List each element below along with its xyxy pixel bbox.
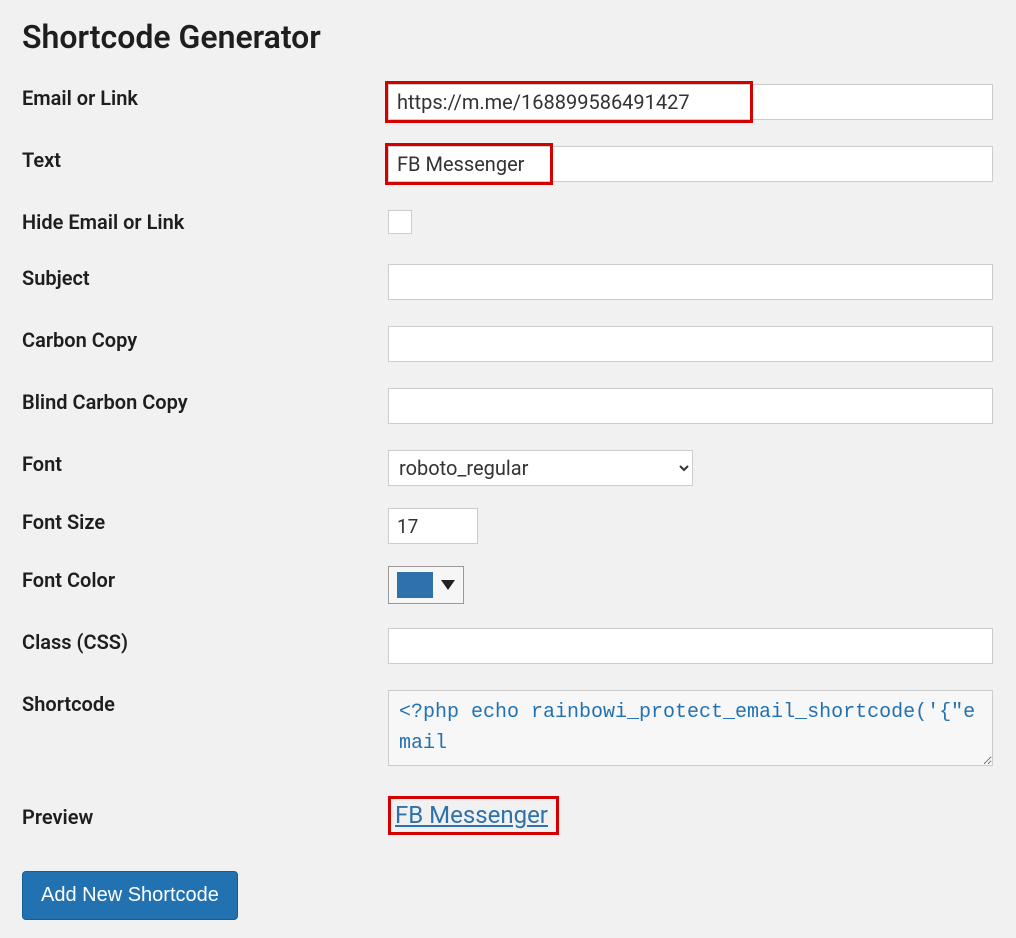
cssclass-input[interactable]	[388, 628, 993, 664]
highlight-box-preview: FB Messenger	[388, 796, 559, 835]
label-fontsize: Font Size	[22, 508, 388, 534]
chevron-down-icon	[441, 580, 455, 590]
subject-input[interactable]	[388, 264, 993, 300]
page-title: Shortcode Generator	[22, 18, 994, 56]
label-text: Text	[22, 146, 388, 172]
label-fontcolor: Font Color	[22, 566, 388, 592]
label-email: Email or Link	[22, 84, 388, 110]
color-swatch	[397, 572, 433, 598]
highlight-box-text	[385, 143, 553, 185]
label-hide: Hide Email or Link	[22, 208, 388, 234]
label-cc: Carbon Copy	[22, 326, 388, 352]
cc-input[interactable]	[388, 326, 993, 362]
label-preview: Preview	[22, 803, 388, 829]
preview-link[interactable]: FB Messenger	[395, 801, 548, 829]
shortcode-textarea[interactable]: <?php echo rainbowi_protect_email_shortc…	[388, 690, 993, 766]
highlight-box-email	[385, 81, 753, 123]
bcc-input[interactable]	[388, 388, 993, 424]
font-select[interactable]: roboto_regular	[388, 450, 693, 486]
label-bcc: Blind Carbon Copy	[22, 388, 388, 414]
label-cssclass: Class (CSS)	[22, 628, 388, 654]
hide-checkbox[interactable]	[388, 210, 412, 234]
label-subject: Subject	[22, 264, 388, 290]
label-font: Font	[22, 450, 388, 476]
label-shortcode: Shortcode	[22, 690, 388, 716]
add-new-shortcode-button[interactable]: Add New Shortcode	[22, 871, 238, 920]
font-color-picker[interactable]	[388, 566, 464, 604]
fontsize-input[interactable]	[388, 508, 478, 544]
